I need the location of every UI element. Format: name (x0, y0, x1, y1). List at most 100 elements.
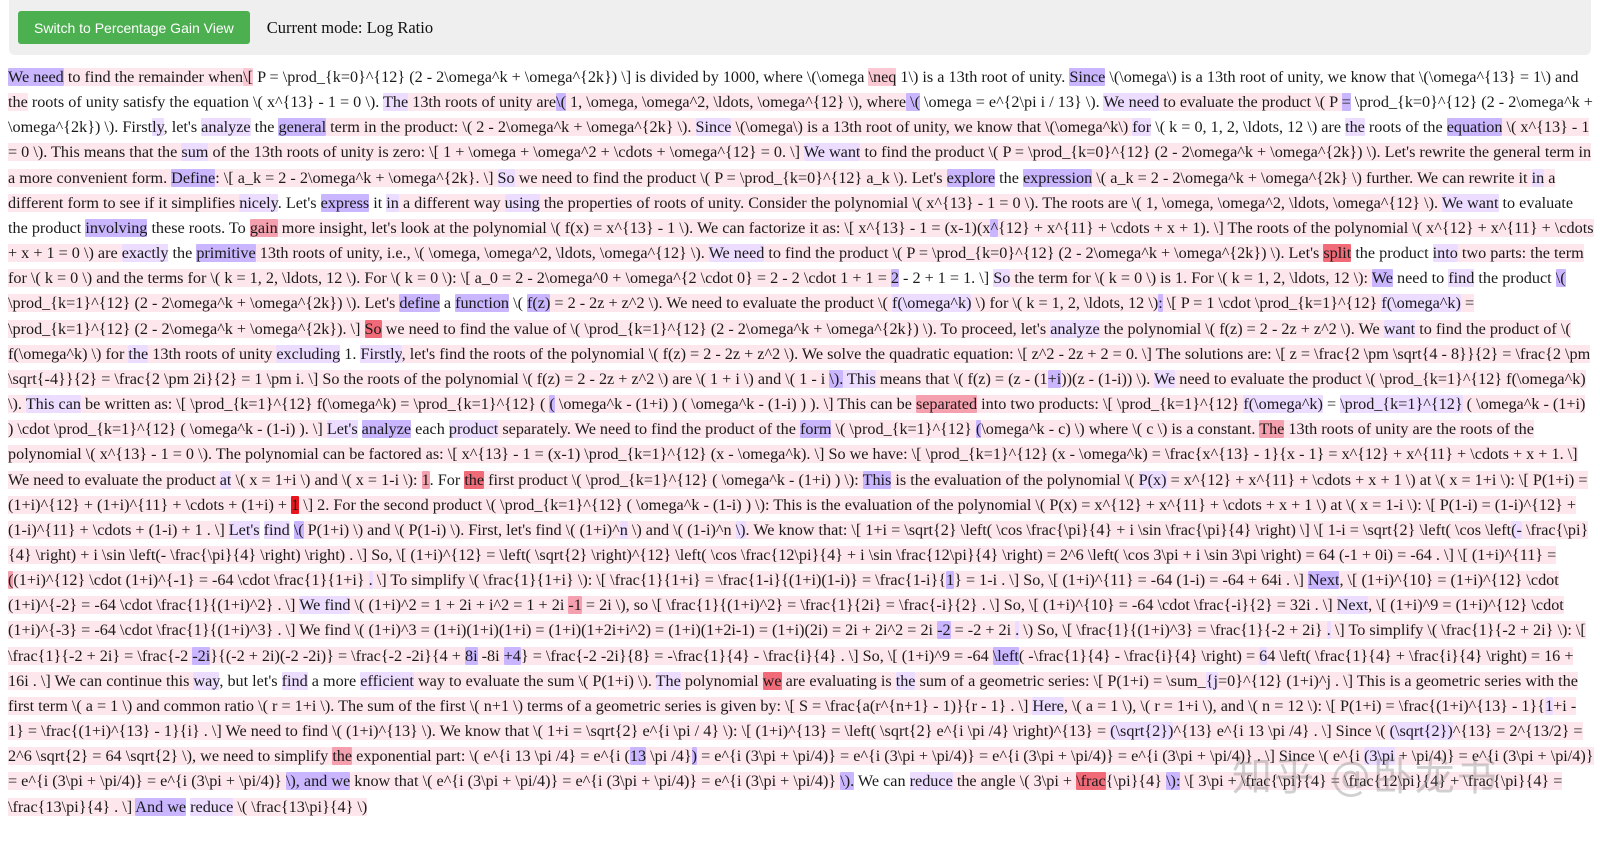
text-token: term in the product: \( 2 - 2\omega^k + … (326, 118, 696, 137)
text-token: This (25, 395, 55, 414)
text-token: \[ P = 1 \cdot \prod_{k=1}^{12} (1162, 294, 1382, 313)
text-token: using (504, 193, 540, 212)
text-token: involving (85, 218, 148, 237)
text-token: \). (840, 772, 855, 791)
text-token: function (455, 294, 510, 313)
text-token: exponential part: \( e^{i 13 \pi /4} = e… (352, 747, 630, 766)
text-token: primitive (196, 244, 256, 263)
text-token: excluding (276, 344, 341, 363)
text-token: to find the product \( P = \prod_{k=0}^{… (764, 244, 1324, 263)
text-token: analyze (201, 118, 251, 137)
text-token: \(\omega\) is a 13th root of unity, we k… (1105, 68, 1579, 86)
text-token: \) for \( k = 1, 2, \ldots, 12 \) (971, 294, 1159, 313)
text-token: \(\omega\) is a 13th root of unity, we k… (731, 118, 1133, 137)
text-token: \( (509, 294, 528, 313)
text-token: The (655, 671, 681, 690)
text-token: \( a_k = 2 - 2\omega^k + \omega^{2k} \) … (1092, 168, 1532, 187)
text-token: Let's (326, 420, 358, 439)
text-token: = 2 - 2z + z^2 \). We need to evaluate t… (550, 294, 892, 313)
text-token: we (762, 671, 782, 690)
text-token: \omega^k - (1+i) ) ( \omega^k - (1-i) ) … (554, 395, 916, 414)
text-token: at (219, 470, 232, 489)
text-token: } = \frac{-2 -2i}{8} = -\frac{1}{4} - \f… (520, 646, 993, 665)
text-token: ^{13} e^{i 13 \pi /4} . \] Since \( (1173, 722, 1390, 741)
text-token: Next (1336, 596, 1369, 615)
text-token: ( (549, 395, 555, 414)
text-token: polynomial (680, 671, 763, 690)
text-token: \[ (243, 68, 254, 86)
text-token: f(\omega^k) (891, 294, 972, 313)
text-token: }{(-2 + 2i)(-2 -2i)} = \frac{-2 -2i}{4 + (210, 646, 465, 665)
text-token: efficient (360, 671, 414, 690)
text-token: \( (906, 93, 920, 112)
text-token: So (364, 319, 382, 338)
text-token: 8i (464, 646, 478, 665)
text-token: We need (1103, 93, 1160, 112)
text-token: -2i (192, 646, 211, 665)
text-token: -8i (477, 646, 504, 665)
text-token: \). (829, 369, 844, 388)
text-token: 1\) is a 13th root of unity. (896, 68, 1070, 86)
text-token: We (1371, 269, 1393, 288)
text-token: \( x = 1+i \) and \( x = 1-i \): (231, 470, 422, 489)
text-token: we need to find the product \( P = \prod… (514, 168, 947, 187)
text-token: \omega = e^{2\pi i / 13} \). (919, 93, 1104, 112)
text-token: exactly (121, 244, 169, 263)
text-token: the (332, 747, 353, 766)
text-token: (- (1511, 520, 1522, 539)
text-token: We need (708, 244, 765, 263)
text-token: \( k = 0, 1, 2, \ldots, 12 \) are (1151, 118, 1346, 137)
text-token: = 2i \), so \[ \frac{1}{(1+i)^2} = \frac… (581, 596, 1337, 615)
text-token: \( \prod_{k=1}^{12} (831, 420, 976, 439)
text-token: \) (735, 520, 746, 539)
text-token: This (862, 470, 892, 489)
text-token: analyze (1050, 319, 1100, 338)
toolbar: Switch to Percentage Gain View Current m… (9, 0, 1591, 55)
text-token: 13th roots of unity are (408, 93, 557, 112)
text-token: way to evaluate the sum \( P(1+i) \). (413, 671, 656, 690)
text-token: find (281, 671, 308, 690)
text-token: 1 (291, 495, 300, 514)
text-token: Firstly (360, 344, 402, 363)
text-token: find (263, 520, 290, 539)
text-token: know that \( e^{i (3\pi + \pi/4)} = e^{i… (350, 772, 841, 791)
text-token: are evaluating is (781, 671, 896, 690)
text-token: form (799, 420, 832, 439)
text-token: for (1132, 118, 1152, 137)
text-token: separated (915, 395, 978, 414)
text-token: f(z) (527, 294, 551, 313)
text-token: expression (1023, 168, 1093, 187)
text-token: sum of a geometric series: \[ P(1+i) = \… (915, 671, 1206, 690)
text-token: reduce (909, 772, 953, 791)
text-token: \prod_{k=1}^{12} (2 - 2\omega^k + \omega… (8, 294, 400, 313)
text-token: P(1+i) \) and \( P(1-i) \). First, let's… (303, 520, 620, 539)
text-token: - 2 + 1 = 1. \] (898, 269, 994, 288)
text-token: a more (307, 671, 361, 690)
text-token: 1 (421, 470, 430, 489)
text-token: separately. We need to find the product … (498, 420, 800, 439)
switch-view-button[interactable]: Switch to Percentage Gain View (18, 11, 250, 44)
text-token: 13th roots of unity, i.e., \( \omega, \o… (255, 244, 709, 263)
text-token: So (497, 168, 515, 187)
text-token: way (193, 671, 220, 690)
text-token: The (1259, 420, 1285, 439)
text-token: \( (293, 520, 304, 539)
text-token: means that \( f(z) = (z - (1 (875, 369, 1048, 388)
text-token: , \( a = 1 \), \( r = 1+i \), and \( n =… (1063, 696, 1546, 715)
text-token: the product (1351, 244, 1433, 263)
text-token: Since (1069, 68, 1106, 86)
text-token: of the 13th roots of unity is zero: \[ 1… (208, 143, 804, 162)
text-token: roots of the (1364, 118, 1447, 137)
text-token: nicely (239, 193, 278, 212)
text-token: is the evaluation of the polynomial \( (891, 470, 1139, 489)
text-token: f(\omega^k) (1243, 395, 1323, 414)
text-token: ^ (990, 218, 999, 237)
text-token: the term for \( k = 0 \) is 1. For \( k … (1010, 269, 1372, 288)
text-token: to evaluate the product \( P (1159, 93, 1342, 112)
text-token: \( (1+i)^2 = 1 + 2i + i^2 = 1 + 2i (350, 596, 569, 615)
text-token: = (1341, 93, 1351, 112)
text-token: . For (429, 470, 465, 489)
text-token: to find the remainder when (63, 68, 244, 86)
text-token: need to (1392, 269, 1449, 288)
text-token: roots of unity satisfy the equation \( x… (27, 93, 384, 112)
